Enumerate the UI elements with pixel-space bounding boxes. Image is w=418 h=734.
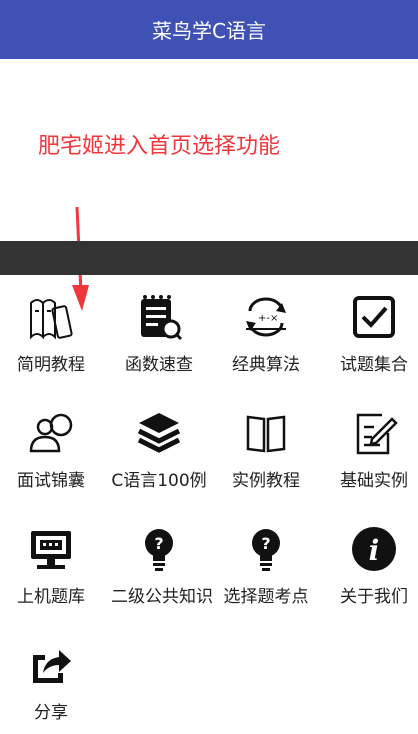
menu-item-classic-algorithms[interactable]: +-× 经典算法 (212, 275, 320, 377)
function-search-icon (133, 291, 185, 343)
algorithm-icon: +-× (240, 291, 292, 343)
menu-item-label: C语言100例 (111, 471, 207, 491)
menu-item-c-100-examples[interactable]: C语言100例 (105, 391, 213, 493)
menu-item-example-tutorial[interactable]: 实例教程 (212, 391, 320, 493)
menu-item-about-us[interactable]: i 关于我们 (320, 507, 418, 609)
svg-text:+-×: +-× (258, 313, 278, 324)
menu-item-label: 试题集合 (340, 355, 408, 375)
menu-item-practice-bank[interactable]: 上机题库 (0, 507, 105, 609)
menu-item-label: 上机题库 (17, 587, 85, 607)
svg-text:i: i (369, 534, 380, 567)
lightbulb-icon: ? (240, 523, 292, 575)
checkbox-icon (348, 291, 400, 343)
menu-item-label: 基础实例 (340, 471, 408, 491)
app-title: 菜鸟学C语言 (152, 19, 266, 43)
menu-item-label: 关于我们 (340, 587, 408, 607)
menu-item-label: 实例教程 (232, 471, 300, 491)
interview-icon (25, 407, 77, 459)
annotation-text: 肥宅姬进入首页选择功能 (38, 134, 281, 159)
menu-item-interview-tips[interactable]: 面试锦囊 (0, 391, 105, 493)
banner-bar (0, 241, 418, 275)
books-icon (25, 291, 77, 343)
menu-item-label: 选择题考点 (223, 587, 309, 607)
menu-item-choice-question-points[interactable]: ? 选择题考点 (212, 507, 320, 609)
app-screen: 菜鸟学C语言 肥宅姬进入首页选择功能 简明教程 函数速查 +-× 经典算法 试题… (0, 0, 418, 734)
menu-item-label: 分享 (34, 703, 68, 723)
menu-item-question-set[interactable]: 试题集合 (320, 275, 418, 377)
share-icon (25, 639, 77, 691)
menu-item-level2-public-knowledge[interactable]: ? 二级公共知识 (105, 507, 213, 609)
menu-item-concise-tutorial[interactable]: 简明教程 (0, 275, 105, 377)
lightbulb-icon: ? (133, 523, 185, 575)
menu-item-basic-examples[interactable]: 基础实例 (320, 391, 418, 493)
title-bar: 菜鸟学C语言 (0, 0, 418, 59)
menu-item-function-lookup[interactable]: 函数速查 (105, 275, 213, 377)
menu-item-label: 简明教程 (17, 355, 85, 375)
open-book-icon (240, 407, 292, 459)
menu-item-share[interactable]: 分享 (0, 623, 105, 725)
menu-item-label: 经典算法 (232, 355, 300, 375)
svg-text:?: ? (154, 534, 163, 553)
menu-item-label: 函数速查 (125, 355, 193, 375)
menu-item-label: 二级公共知识 (111, 587, 213, 607)
menu-item-label: 面试锦囊 (17, 471, 85, 491)
info-icon: i (348, 523, 400, 575)
computer-icon (25, 523, 77, 575)
layers-icon (133, 407, 185, 459)
svg-text:?: ? (261, 534, 270, 553)
edit-note-icon (348, 407, 400, 459)
